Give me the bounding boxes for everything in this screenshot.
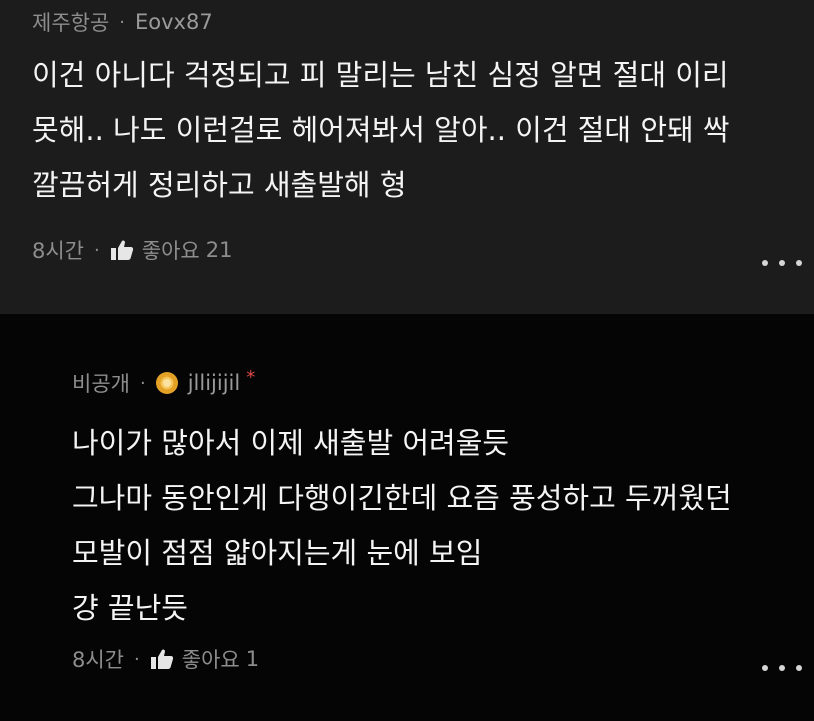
comment-meta: 비공개 · jllijijil * (72, 367, 255, 399)
more-dots-icon (779, 665, 785, 671)
comment-line: 깔끔허게 정리하고 새출발해 형 (32, 168, 407, 202)
comment-time: 8시간 (72, 648, 125, 672)
thumbs-up-icon (150, 649, 173, 669)
comment-line: 못해.. 나도 이런걸로 헤어져봐서 알아.. 이건 절대 안돼 싹 (32, 113, 730, 147)
meta-separator: · (119, 11, 126, 33)
comment-meta: 제주항공 · Eovx87 (32, 6, 213, 38)
author-category: 제주항공 (32, 11, 110, 35)
comment-line: 이건 아니다 걱정되고 피 말리는 남친 심정 알면 절대 이리 (32, 58, 729, 92)
meta-separator: · (139, 372, 146, 394)
comment-line: 나이가 많아서 이제 새출발 어려울듯 (72, 426, 510, 460)
more-dots-icon (762, 665, 768, 671)
more-options-button[interactable] (762, 253, 802, 273)
comment-time: 8시간 (32, 239, 85, 263)
more-dots-icon (762, 260, 768, 266)
footer-separator: · (134, 648, 140, 670)
like-count: 1 (245, 647, 260, 671)
author-mark: * (246, 366, 256, 388)
comment-footer: 8시간 · 좋아요 1 (72, 641, 259, 677)
like-button[interactable]: 좋아요 1 (150, 644, 259, 674)
like-label: 좋아요 (181, 648, 240, 672)
comment-body: 이건 아니다 걱정되고 피 말리는 남친 심정 알면 절대 이리 못해.. 나도… (32, 48, 730, 213)
more-dots-icon (796, 260, 802, 266)
comment-body: 나이가 많아서 이제 새출발 어려울듯 그나마 동안인게 다행이긴한데 요즘 풍… (72, 416, 732, 636)
more-options-button[interactable] (762, 658, 802, 678)
thumbs-up-icon (110, 240, 133, 260)
more-dots-icon (796, 665, 802, 671)
comment-footer: 8시간 · 좋아요 21 (32, 232, 232, 268)
comment-line: 그나마 동안인게 다행이긴한데 요즘 풍성하고 두꺼웠던 (72, 481, 732, 515)
like-label: 좋아요 (141, 239, 200, 263)
author-category: 비공개 (72, 372, 130, 396)
comment-line: 모발이 점점 얇아지는게 눈에 보임 (72, 536, 483, 570)
footer-separator: · (94, 239, 100, 261)
like-button[interactable]: 좋아요 21 (110, 235, 233, 265)
sun-badge-icon (155, 372, 178, 394)
comment-card: 제주항공 · Eovx87 이건 아니다 걱정되고 피 말리는 남친 심정 알면… (0, 0, 814, 314)
author-name[interactable]: jllijijil (188, 371, 241, 395)
more-dots-icon (779, 260, 785, 266)
comment-line: 걍 끝난듯 (72, 591, 188, 625)
like-count: 21 (205, 238, 233, 262)
author-name[interactable]: Eovx87 (135, 10, 213, 34)
reply-card: 비공개 · jllijijil * 나이가 많아서 이제 새출발 어려울듯 그나… (0, 314, 814, 721)
